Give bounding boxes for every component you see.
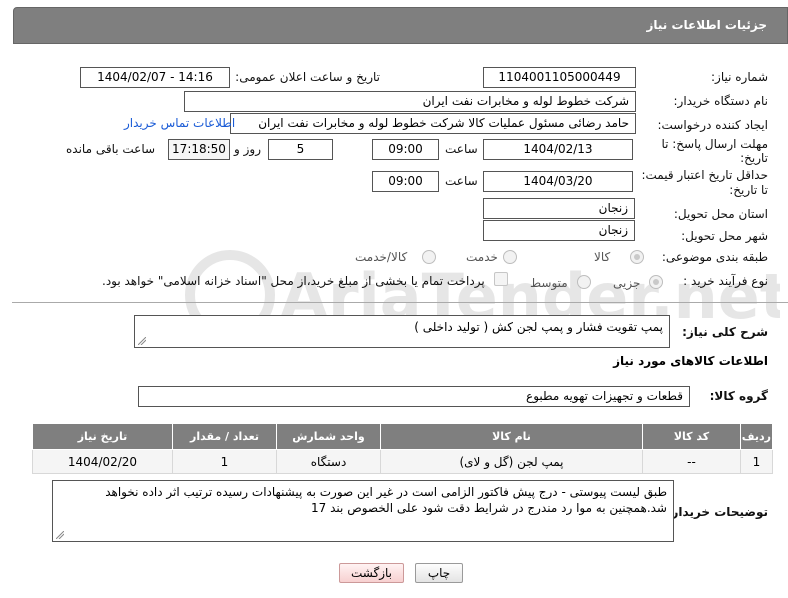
category-option-service: خدمت [466,250,498,264]
buyer-notes-label: توضیحات خریدار: [666,505,768,519]
col-header-row-number: ردیف [740,423,773,450]
process-option-medium: متوسط [530,276,568,290]
process-option-minor: جزیی [613,276,641,290]
goods-group-label: گروه کالا: [709,389,768,403]
buyer-notes-text: طبق لیست پیوستی - درج پیش فاکتور الزامی … [105,485,667,515]
page-header: جزئیات اطلاعات نیاز [13,7,788,44]
category-radio-goods-service[interactable] [422,250,436,264]
buyer-org-field: شرکت خطوط لوله و مخابرات نفت ایران [184,91,636,112]
goods-group-field: قطعات و تجهیزات تهویه مطبوع [138,386,690,407]
back-button[interactable]: بازگشت [339,563,404,583]
col-header-item-name: نام کالا [380,423,643,450]
treasury-checkbox[interactable] [494,272,508,286]
price-validity-label: حداقل تاریخ اعتبار قیمت: [641,168,768,182]
need-number-label: شماره نیاز: [711,70,768,84]
cell-need-date: 1404/02/20 [32,449,173,474]
section-divider [12,302,788,303]
reply-deadline-label-2: تاریخ: [740,151,768,165]
need-number-field: 1104001105000449 [483,67,636,88]
page-title: جزئیات اطلاعات نیاز [646,18,767,32]
reply-deadline-time-field: 09:00 [372,139,439,160]
buyer-notes-textarea: طبق لیست پیوستی - درج پیش فاکتور الزامی … [52,480,674,542]
description-text: پمپ تقویت فشار و پمپ لجن کش ( تولید داخل… [414,320,663,334]
requester-label: ایجاد کننده درخواست: [657,118,768,132]
table-header-row: ردیف کد کالا نام کالا واحد شمارش تعداد /… [32,423,773,450]
purchase-process-label: نوع فرآیند خرید : [683,274,768,288]
remaining-time-field: 17:18:50 [168,139,230,160]
goods-section-title: اطلاعات کالاهای مورد نیاز [613,354,768,368]
price-validity-label-2: تا تاریخ: [729,183,768,197]
col-header-item-code: کد کالا [642,423,741,450]
process-radio-minor[interactable] [649,275,663,289]
reply-deadline-time-label: ساعت [445,142,478,156]
delivery-province-field: زنجان [483,198,635,219]
requester-field: حامد رضائی مسئول عملیات کالا شرکت خطوط ل… [230,113,636,134]
col-header-unit: واحد شمارش [276,423,381,450]
announce-datetime-field: 1404/02/07 - 14:16 [80,67,230,88]
announce-datetime-label: تاریخ و ساعت اعلان عمومی: [235,70,380,84]
col-header-quantity: تعداد / مقدار [172,423,277,450]
category-radio-service[interactable] [503,250,517,264]
price-validity-time-label: ساعت [445,174,478,188]
category-option-goods-service: کالا/خدمت [355,250,408,264]
cell-unit: دستگاه [276,449,381,474]
items-table: ردیف کد کالا نام کالا واحد شمارش تعداد /… [32,423,773,474]
remaining-days-field: 5 [268,139,333,160]
buyer-org-label: نام دستگاه خریدار: [673,94,769,108]
process-radio-medium[interactable] [577,275,591,289]
print-button[interactable]: چاپ [415,563,463,583]
price-validity-time-field: 09:00 [372,171,439,192]
remaining-days-label: روز و [234,142,261,156]
description-textarea: پمپ تقویت فشار و پمپ لجن کش ( تولید داخل… [134,315,670,348]
buyer-contact-link[interactable]: اطلاعات تماس خریدار [124,116,235,130]
price-validity-date-field: 1404/03/20 [483,171,633,192]
delivery-province-label: استان محل تحویل: [673,207,768,221]
reply-deadline-date-field: 1404/02/13 [483,139,633,160]
category-radio-goods[interactable] [630,250,644,264]
col-header-need-date: تاریخ نیاز [32,423,173,450]
delivery-city-field: زنجان [483,220,635,241]
treasury-note: پرداخت تمام یا بخشی از مبلغ خرید،از محل … [102,274,485,288]
remaining-time-label: ساعت باقی مانده [66,142,156,156]
reply-deadline-label: مهلت ارسال پاسخ: تا [661,137,768,151]
description-label: شرح کلی نیاز: [682,325,768,339]
category-option-goods: کالا [594,250,611,264]
items-table-wrapper: ردیف کد کالا نام کالا واحد شمارش تعداد /… [32,423,773,474]
cell-row-number: 1 [740,449,773,474]
table-row: 1 -- پمپ لجن (گل و لای) دستگاه 1 1404/02… [32,449,773,474]
resize-grip-icon [138,337,146,345]
resize-grip-icon [56,531,64,539]
cell-item-code: -- [642,449,741,474]
delivery-city-label: شهر محل تحویل: [681,229,768,243]
cell-item-name: پمپ لجن (گل و لای) [380,449,643,474]
category-label: طبقه بندی موضوعی: [661,250,768,264]
cell-quantity: 1 [172,449,277,474]
